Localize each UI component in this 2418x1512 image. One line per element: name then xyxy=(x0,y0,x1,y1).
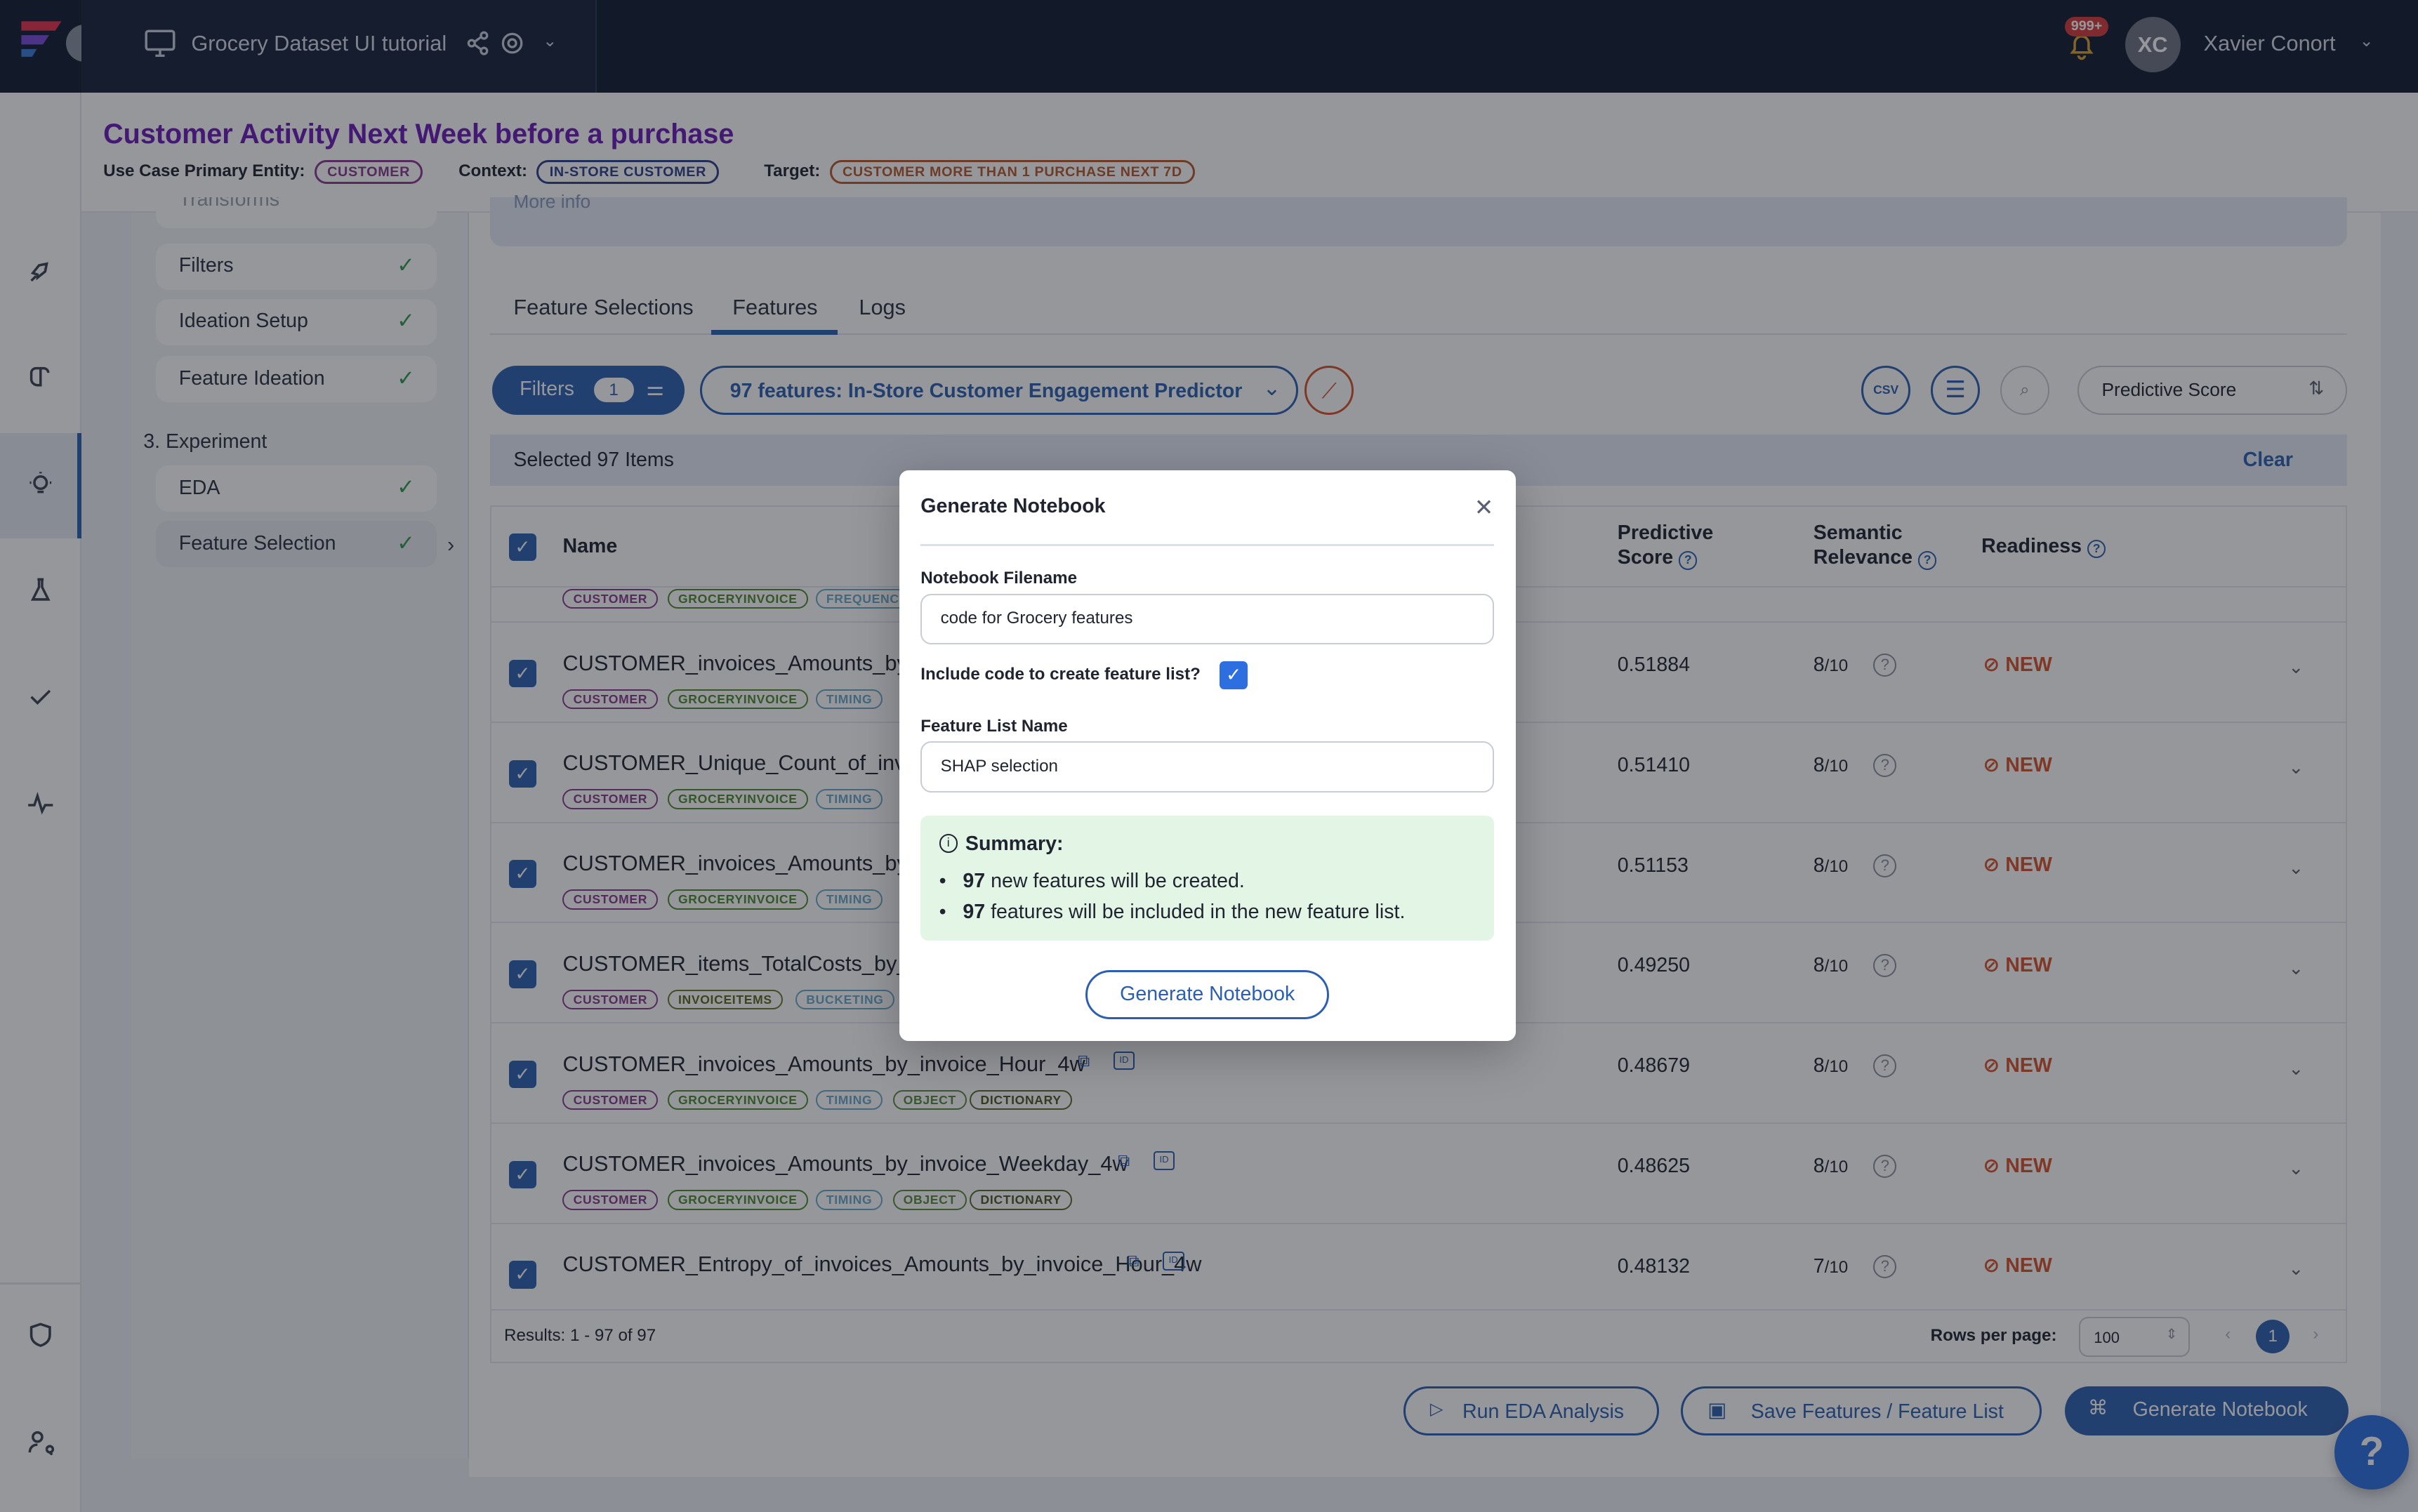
include-code-checkbox[interactable]: ✓ xyxy=(1220,661,1248,689)
include-code-label: Include code to create feature list? xyxy=(920,664,1201,684)
notebook-filename-input[interactable]: code for Grocery features xyxy=(920,593,1495,645)
summary-title: Summary: xyxy=(965,833,1064,856)
close-icon[interactable]: ✕ xyxy=(1474,493,1494,521)
filename-label: Notebook Filename xyxy=(920,569,1078,588)
summary-count: 97 xyxy=(963,869,986,892)
summary-item: • 97 features will be included in the ne… xyxy=(939,900,1406,923)
feature-list-name-input[interactable]: SHAP selection xyxy=(920,741,1495,793)
generate-notebook-dialog: Generate Notebook ✕ Notebook Filename co… xyxy=(899,470,1517,1041)
dialog-divider xyxy=(920,544,1495,546)
feature-list-name-label: Feature List Name xyxy=(920,717,1068,736)
summary-text: new features will be created. xyxy=(985,869,1245,892)
dialog-generate-notebook-button[interactable]: Generate Notebook xyxy=(1085,969,1330,1019)
summary-box: i Summary: • 97 new features will be cre… xyxy=(920,815,1495,941)
summary-text: features will be included in the new fea… xyxy=(985,900,1406,923)
summary-item: • 97 new features will be created. xyxy=(939,869,1245,892)
dialog-title: Generate Notebook xyxy=(920,495,1106,518)
info-icon: i xyxy=(939,834,958,853)
summary-count: 97 xyxy=(963,900,986,923)
